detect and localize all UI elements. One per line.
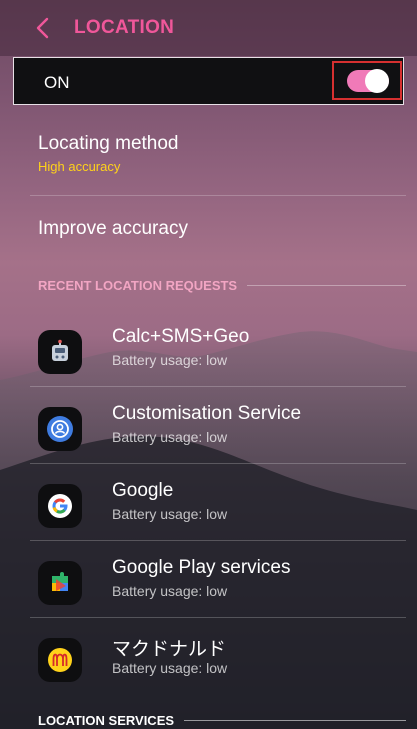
list-item-mcdonalds[interactable]: マクドナルド Battery usage: low xyxy=(0,618,417,694)
person-circle-icon xyxy=(38,407,82,451)
location-services-header: LOCATION SERVICES xyxy=(38,713,406,728)
app-name: Customisation Service xyxy=(112,403,302,424)
app-name: Calc+SMS+Geo xyxy=(112,326,250,347)
mcdonalds-arches-icon xyxy=(38,638,82,682)
locating-method-item[interactable]: Locating method High accuracy xyxy=(38,133,406,174)
app-battery-usage: Battery usage: low xyxy=(112,660,228,676)
app-name: Google Play services xyxy=(112,557,291,578)
chevron-left-icon xyxy=(36,17,49,39)
recent-requests-label: RECENT LOCATION REQUESTS xyxy=(38,278,238,293)
app-battery-usage: Battery usage: low xyxy=(112,429,228,445)
location-master-switch-row[interactable]: ON xyxy=(13,57,404,105)
puzzle-piece-icon xyxy=(38,561,82,605)
location-settings-screen: LOCATION ON Locating method High accurac… xyxy=(0,0,417,729)
google-g-icon xyxy=(38,484,82,528)
section-divider xyxy=(247,285,406,286)
app-battery-usage: Battery usage: low xyxy=(112,583,228,599)
list-item-customisation-service[interactable]: Customisation Service Battery usage: low xyxy=(0,387,417,463)
list-item-google-play-services[interactable]: Google Play services Battery usage: low xyxy=(0,541,417,617)
app-battery-usage: Battery usage: low xyxy=(112,352,228,368)
location-toggle-switch[interactable] xyxy=(347,69,389,93)
recent-requests-header: RECENT LOCATION REQUESTS xyxy=(38,278,406,293)
location-services-label: LOCATION SERVICES xyxy=(38,713,175,728)
back-button[interactable] xyxy=(26,12,58,44)
master-switch-label: ON xyxy=(44,73,70,92)
toggle-knob xyxy=(365,69,389,93)
locating-method-value: High accuracy xyxy=(38,159,121,174)
toggle-highlight-box xyxy=(332,61,402,100)
list-item-google[interactable]: Google Battery usage: low xyxy=(0,464,417,540)
section-divider xyxy=(184,720,406,721)
app-name: マクドナルド xyxy=(112,639,227,660)
top-app-bar: LOCATION xyxy=(0,0,417,56)
app-battery-usage: Battery usage: low xyxy=(112,506,228,522)
locating-method-title: Locating method xyxy=(38,133,179,154)
divider xyxy=(30,195,406,196)
robot-calculator-icon xyxy=(38,330,82,374)
app-name: Google xyxy=(112,480,174,501)
list-item-calc-sms-geo[interactable]: Calc+SMS+Geo Battery usage: low xyxy=(0,310,417,386)
improve-accuracy-item[interactable]: Improve accuracy xyxy=(38,218,406,240)
page-title: LOCATION xyxy=(74,17,175,38)
improve-accuracy-title: Improve accuracy xyxy=(38,218,188,239)
